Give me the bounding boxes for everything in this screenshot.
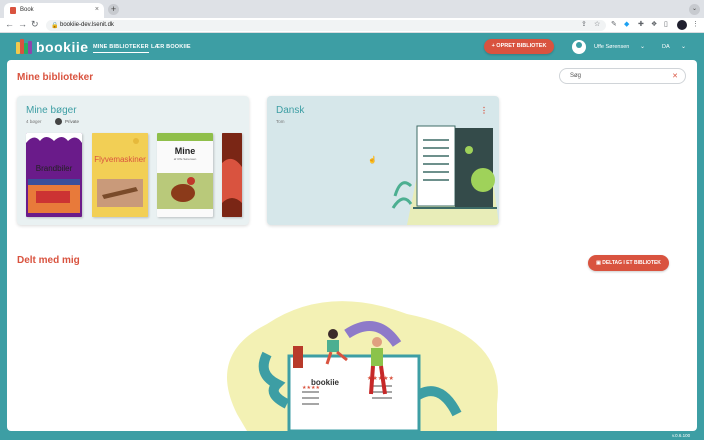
app-header: bookiie MINE BIBLIOTEKER LÆR BOOKIIE + O…	[0, 33, 704, 60]
flyvemaskiner-cover-art	[92, 133, 148, 217]
tab-title: Book	[20, 7, 34, 13]
my-libraries-title: Mine biblioteker	[17, 72, 94, 83]
illustration-logo-text: bookiie	[311, 378, 340, 387]
join-library-button[interactable]: ▣ DELTAG I ET BIBLIOTEK	[588, 255, 669, 271]
language-chevron-icon[interactable]: ⌄	[681, 43, 686, 50]
user-menu-chevron-icon[interactable]: ⌄	[640, 43, 645, 50]
book-cover-brandbiler[interactable]: Brandbiler	[26, 133, 82, 217]
book-title-mine: Mine	[174, 146, 196, 156]
tab-search-button[interactable]: ⌄	[689, 4, 700, 15]
search-input[interactable]: Søg ✕	[559, 68, 686, 84]
browser-menu-icon[interactable]: ⋮	[692, 20, 699, 28]
book-author-mine: af Uffe Sørensen	[173, 157, 197, 161]
library-card-mine-boger[interactable]: Mine bøger 4 bøger Private Brandbiler Fl…	[17, 96, 249, 225]
close-tab-icon[interactable]: ×	[95, 6, 99, 13]
new-tab-button[interactable]: +	[108, 4, 119, 15]
browser-tab-strip: Book × + ⌄	[0, 0, 704, 18]
library-card-title: Dansk	[276, 105, 305, 116]
share-icon[interactable]: ⇪	[581, 20, 587, 28]
reload-icon[interactable]: ↻	[31, 19, 39, 30]
library-card-dansk[interactable]: Dansk Tom ⋮	[267, 96, 499, 225]
user-name[interactable]: Uffe Sørensen	[594, 44, 629, 50]
search-placeholder: Søg	[570, 73, 582, 79]
browser-toolbar: ← → ↻ 🔒 bookiie-dev.lsenit.dk ⇪ ☆ ✎ ◆ ✚ …	[0, 18, 704, 33]
browser-tab[interactable]: Book ×	[4, 3, 104, 18]
create-library-button[interactable]: + OPRET BIBLIOTEK	[484, 39, 554, 54]
main-panel: Mine biblioteker Søg ✕ Mine bøger 4 bøge…	[7, 60, 697, 431]
logo-text: bookiie	[36, 39, 89, 55]
empty-state-illustration: ★★★★★ ★★★★	[227, 301, 498, 431]
eyedropper-icon[interactable]: ✎	[611, 20, 617, 28]
join-library-label: DELTAG I ET BIBLIOTEK	[602, 260, 661, 266]
profile-avatar-icon[interactable]	[677, 20, 687, 30]
mouse-pointer-icon: ☝	[368, 157, 377, 164]
library-privacy: Private	[65, 119, 80, 124]
user-avatar-icon[interactable]	[572, 40, 586, 54]
lock-icon: 🔒	[51, 23, 59, 29]
partial-cover-art	[222, 133, 242, 217]
brandbiler-cover-art	[26, 133, 82, 213]
bird-extension-icon[interactable]: ◆	[624, 20, 629, 28]
nav-laer-bookiie[interactable]: LÆR BOOKIIE	[151, 44, 191, 50]
book-cover-mine[interactable]: Mine af Uffe Sørensen	[157, 133, 213, 217]
shared-with-me-title: Delt med mig	[17, 255, 80, 266]
app-version: v.0.6.100	[672, 433, 691, 438]
library-card-title: Mine bøger	[26, 105, 77, 116]
address-bar[interactable]: 🔒 bookiie-dev.lsenit.dk	[46, 20, 606, 31]
back-icon[interactable]: ←	[5, 19, 14, 29]
book-cover-flyvemaskiner[interactable]: Flyvemaskiner	[92, 133, 148, 217]
book-title-flyvemaskiner: Flyvemaskiner	[94, 155, 146, 164]
extension-puzzle-icon[interactable]: ❖	[651, 20, 657, 28]
more-options-icon[interactable]: ⋮	[480, 106, 488, 115]
sidebar-icon[interactable]: ▯	[664, 20, 668, 28]
private-user-icon	[55, 118, 62, 125]
logo-books-icon	[16, 39, 33, 54]
url-text: bookiie-dev.lsenit.dk	[60, 22, 114, 28]
library-book-count: 4 bøger	[26, 119, 42, 124]
forward-icon[interactable]: →	[18, 19, 27, 29]
open-book-illustration	[391, 125, 499, 225]
bookmark-star-icon[interactable]: ☆	[594, 20, 600, 28]
nav-mine-biblioteker[interactable]: MINE BIBLIOTEKER	[93, 44, 149, 53]
book-title-brandbiler: Brandbiler	[35, 164, 73, 173]
book-cover-partial[interactable]	[222, 133, 242, 217]
extension-icon[interactable]: ✚	[638, 20, 644, 28]
clear-search-icon[interactable]: ✕	[672, 72, 678, 80]
language-selector[interactable]: DA	[662, 44, 670, 50]
library-book-count: Tom	[276, 119, 285, 124]
favicon-icon	[10, 7, 16, 14]
